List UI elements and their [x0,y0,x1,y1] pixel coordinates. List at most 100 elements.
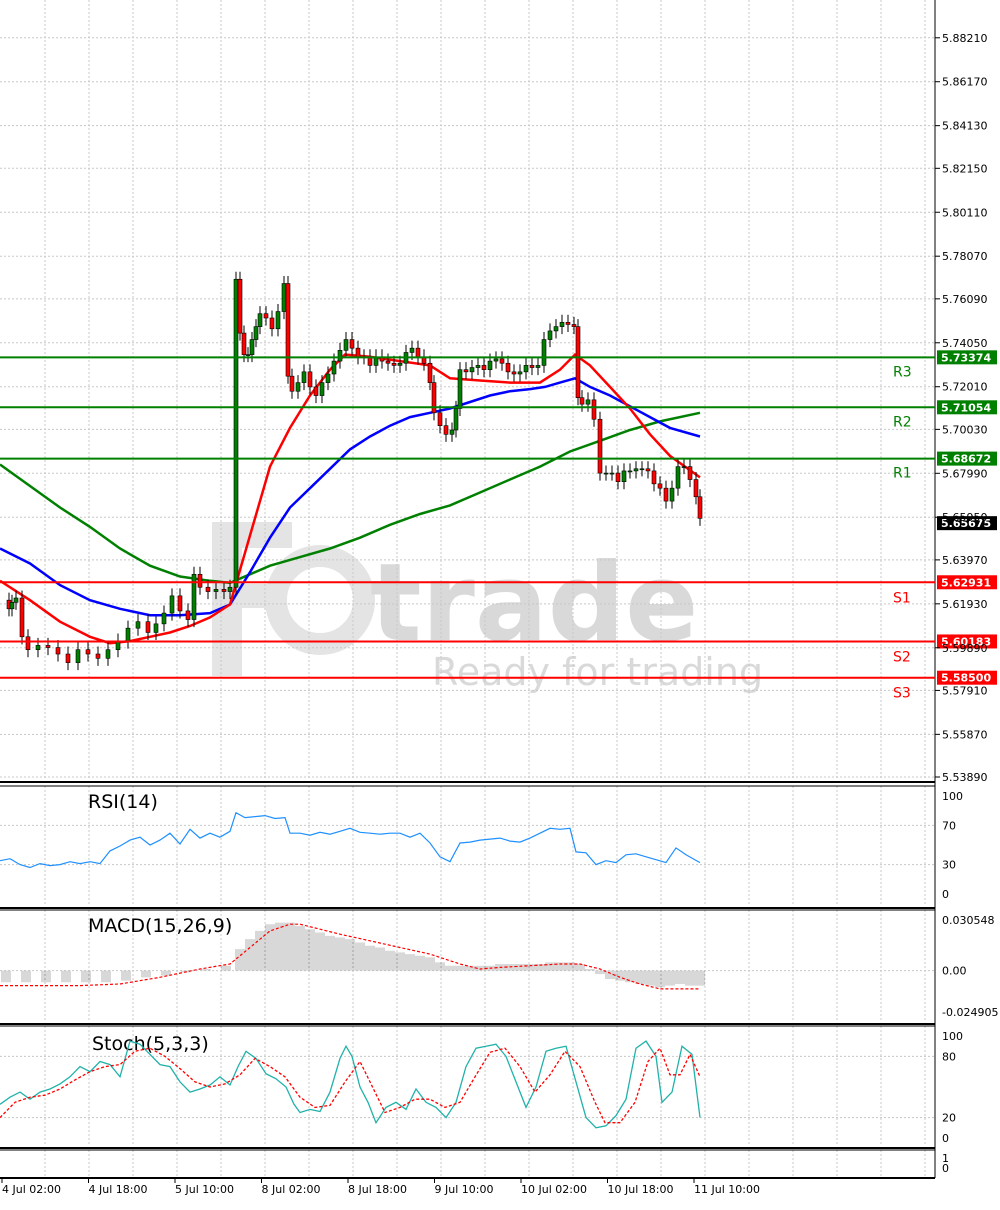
candle-body [185,610,191,620]
stoch-title: Stoch(5,3,3) [92,1033,209,1055]
candle-body [25,636,31,651]
candle-body [285,283,291,377]
candle-body [205,586,211,592]
candle-body [349,339,355,349]
candle-body [257,313,263,327]
macd-title: MACD(15,26,9) [88,915,232,937]
macd-tick-label: 0.00 [942,965,967,978]
candle-body [591,399,597,420]
time-tick-label: 5 Jul 10:00 [175,1183,234,1196]
rsi-title: RSI(14) [88,791,158,813]
candle-body [135,621,141,629]
time-tick-label: 4 Jul 18:00 [89,1183,148,1196]
price-tick-label: 5.65950 [942,511,988,524]
price-tick-label: 5.84130 [942,120,988,133]
candle-body [213,589,219,592]
candle-body [575,326,581,399]
candle-body [241,332,247,355]
stoch-tick-label: 20 [942,1112,956,1125]
price-tick-label: 5.55870 [942,728,988,741]
candle-body [385,360,391,364]
candle-body [585,399,591,405]
level-label-s2: S2 [893,649,911,665]
candle-body [307,371,313,388]
candle-body [523,365,529,373]
candle-body [427,362,433,383]
candle-body [95,653,101,659]
level-label-r2: R2 [893,414,912,430]
level-tag-s3: 5.58500 [941,672,991,685]
candle-body [295,382,301,392]
level-label-r3: R3 [893,364,912,380]
candle-body [517,371,523,375]
candle-body [697,496,703,519]
candle-body [449,429,455,435]
candle-body [275,311,281,330]
level-tag-r1: 5.68672 [941,453,991,466]
candle-body [191,574,197,620]
time-tick-label: 10 Jul 02:00 [521,1183,587,1196]
candle-body [415,347,421,358]
price-tick-label: 5.74050 [942,337,988,350]
price-tick-label: 5.63970 [942,554,988,567]
candle-body [65,653,71,663]
candle-body [469,367,475,373]
time-tick-label: 8 Jul 18:00 [348,1183,407,1196]
price-tick-label: 5.61930 [942,598,988,611]
price-tick-label: 5.80110 [942,206,988,219]
candle-body [487,360,493,370]
time-tick-label: 4 Jul 02:00 [2,1183,61,1196]
candle-body [553,326,559,332]
svg-text:Ready for trading: Ready for trading [432,650,763,694]
candle-body [45,645,51,648]
candle-body [559,322,565,327]
candle-body [13,597,19,603]
candle-body [301,371,307,383]
candle-body [249,339,255,355]
candle-body [541,339,547,366]
candle-body [645,468,651,472]
candle-body [197,574,203,588]
candle-body [337,350,343,362]
candle-body [35,645,41,651]
price-tick-label: 5.82150 [942,162,988,175]
candle-body [85,649,91,655]
rsi-tick-label: 70 [942,819,956,832]
candle-body [615,472,621,483]
candle-body [409,347,415,353]
candle-body [603,472,609,475]
candle-body [55,647,61,655]
level-label-s3: S3 [893,686,911,702]
candle-body [319,382,325,396]
candle-body [663,487,669,502]
candle-body [245,354,251,356]
candle-body [161,612,167,625]
candle-body [253,326,259,340]
candle-body [475,365,481,368]
price-tick-label: 5.86170 [942,76,988,89]
price-tick-label: 5.53890 [942,771,988,784]
candle-body [355,347,361,358]
price-tick-label: 5.78070 [942,250,988,263]
candle-body [177,595,183,612]
candle-body [237,278,243,334]
candle-body [457,369,463,409]
candle-body [597,418,603,474]
candle-body [263,313,269,319]
candle-body [633,468,639,472]
rsi-tick-label: 100 [942,790,963,803]
candle-body [125,627,131,642]
chart-canvas[interactable]: trade Ready for trading R35.73374R25.710… [0,0,1000,1206]
candle-body [281,283,287,312]
chart-root: trade Ready for trading R3 5.73374 R2 5.710… [0,0,1000,1206]
price-tick-label: 5.72010 [942,381,988,394]
candle-body [105,649,111,659]
extra-panel-tick-label: 0 [942,1162,949,1175]
candle-body [343,339,349,351]
candle-body [609,472,615,475]
candle-body [481,365,487,370]
price-tick-label: 5.67990 [942,467,988,480]
candle-body [579,397,585,405]
level-tag-r3: 5.73374 [941,351,991,364]
candle-body [621,470,627,483]
